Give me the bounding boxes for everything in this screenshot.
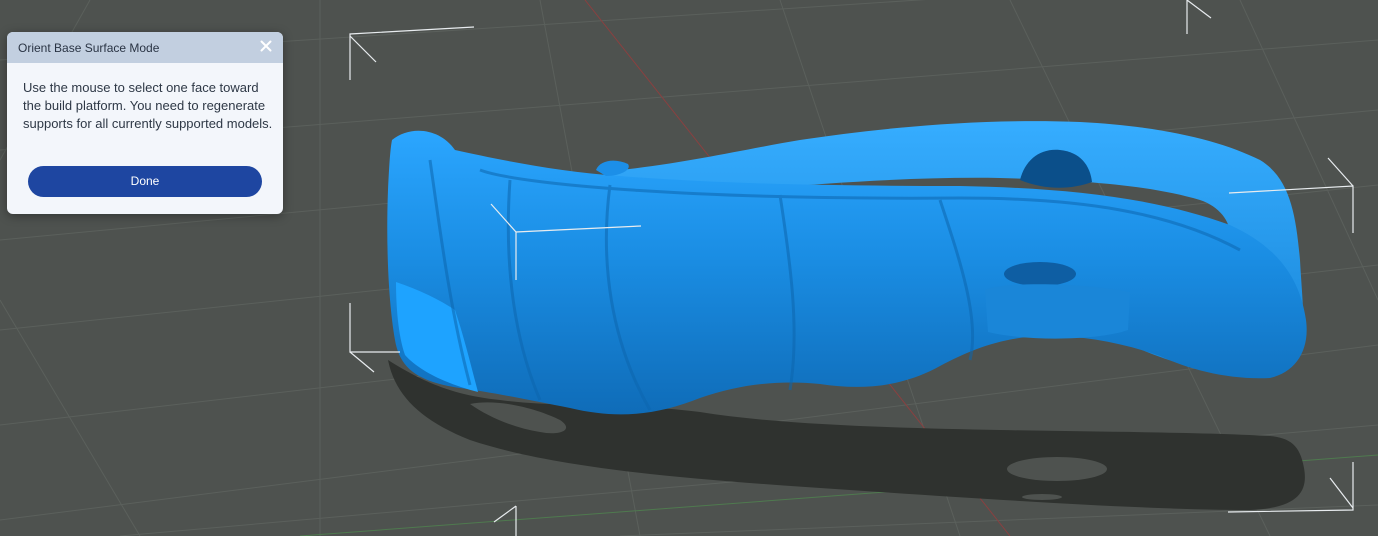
done-button[interactable]: Done xyxy=(28,166,262,197)
orient-base-surface-dialog: Orient Base Surface Mode Use the mouse t… xyxy=(7,32,283,214)
model-hole-ring xyxy=(1004,262,1076,286)
dialog-header: Orient Base Surface Mode xyxy=(7,32,283,63)
model-clip-bridge xyxy=(985,284,1130,339)
dialog-message: Use the mouse to select one face toward … xyxy=(23,80,273,131)
close-icon[interactable] xyxy=(257,37,275,55)
shadow-hole-small xyxy=(1022,494,1062,500)
dialog-title: Orient Base Surface Mode xyxy=(18,41,160,55)
shadow-hole xyxy=(1007,457,1107,481)
